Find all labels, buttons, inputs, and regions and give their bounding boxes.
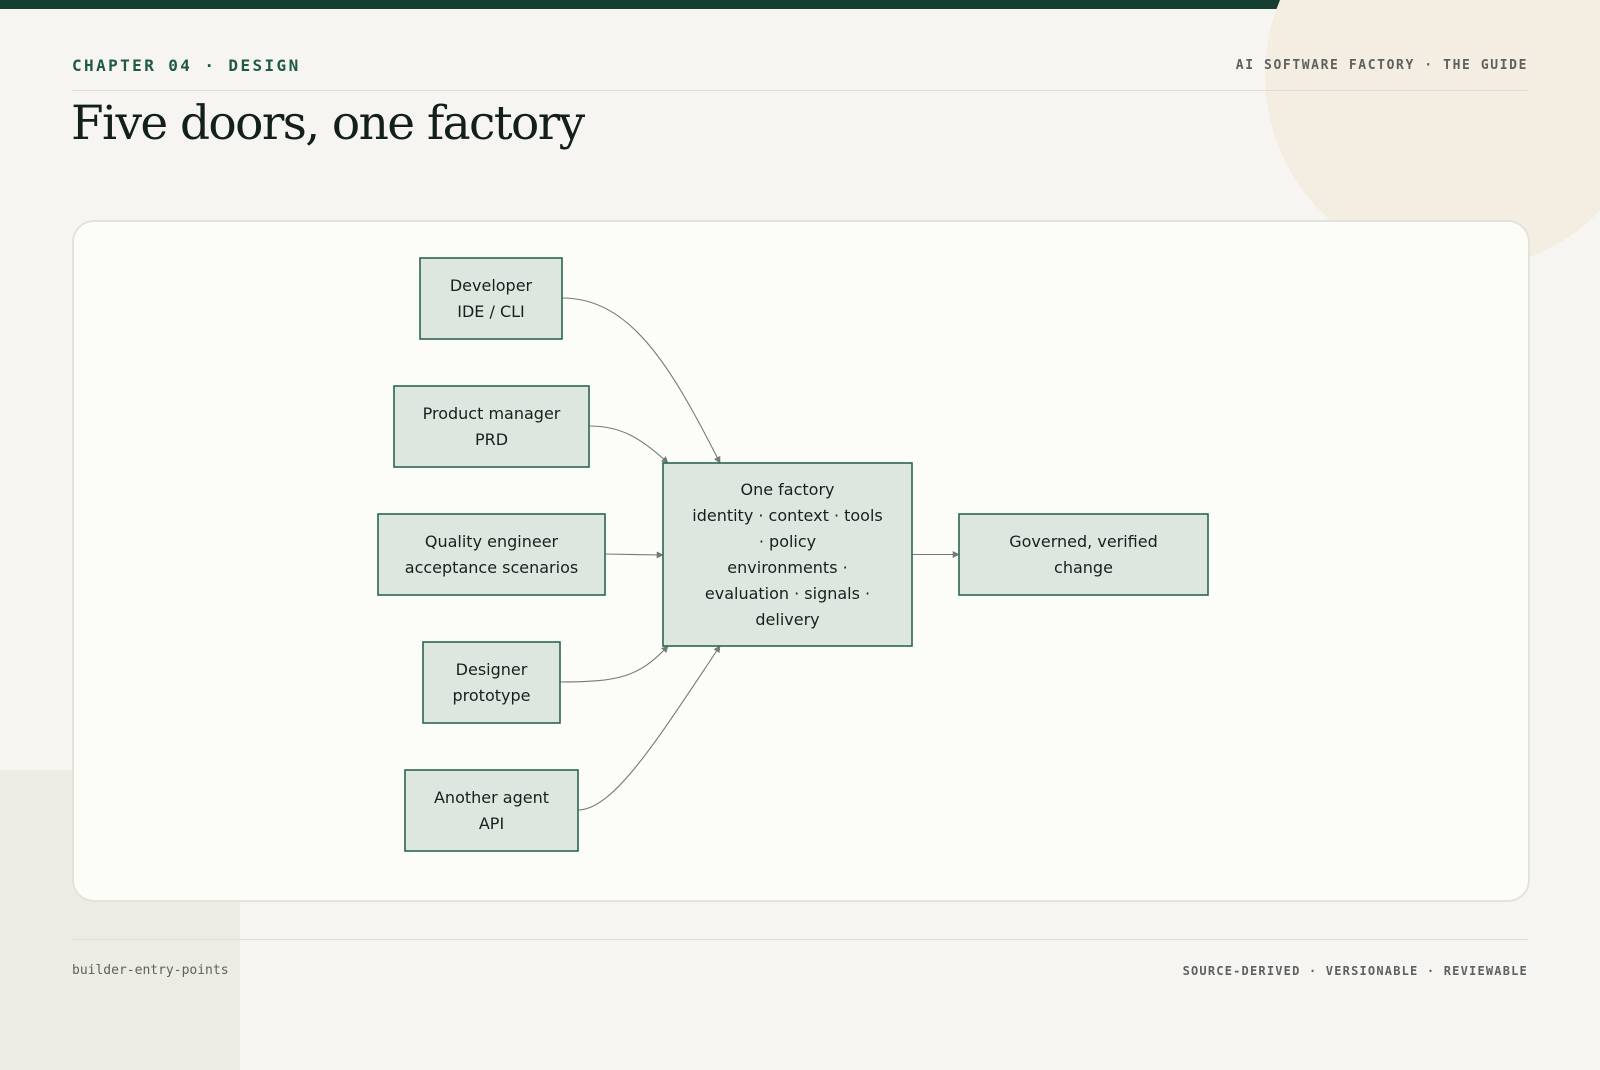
header-divider [72,90,1528,91]
footer-divider [72,939,1528,940]
node-label: One factory [740,480,834,499]
node-box [393,385,590,468]
node-quality-engineer: Quality engineer acceptance scenarios [377,513,606,596]
node-label: Developer [450,276,533,295]
node-label: Quality engineer [425,532,559,551]
node-output: Governed, verified change [958,513,1209,596]
node-label: Designer [456,660,528,679]
node-box [404,769,579,852]
node-developer: Developer IDE / CLI [419,257,563,340]
node-label: · policy [759,532,816,551]
edge-another-agent-to-factory [577,645,721,811]
node-label: environments · [727,558,847,577]
node-another-agent: Another agent API [404,769,579,852]
nodes-layer: Developer IDE / CLI Product manager PRD Qual… [377,257,1209,852]
edge-designer-to-factory [559,645,669,683]
edge-product-manager-to-factory [588,425,669,464]
node-label: Governed, verified [1009,532,1158,551]
node-designer: Designer prototype [422,641,561,724]
node-box [377,513,606,596]
node-label: PRD [475,430,508,449]
node-label: Another agent [434,788,549,807]
node-label: acceptance scenarios [405,558,578,577]
node-factory: One factory identity · context · tools · p… [662,462,913,647]
node-box [422,641,561,724]
node-label: prototype [453,686,531,705]
node-product-manager: Product manager PRD [393,385,590,468]
chapter-label: CHAPTER 04 · DESIGN [72,56,301,75]
flow-diagram: Developer IDE / CLI Product manager PRD Qual… [377,257,1209,852]
node-box [958,513,1209,596]
guide-label: AI SOFTWARE FACTORY · THE GUIDE [1235,58,1528,73]
page-title: Five doors, one factory [71,96,585,151]
node-label: Product manager [423,404,561,423]
node-label: evaluation · signals · [705,584,870,603]
node-box [419,257,563,340]
slide-slug: builder-entry-points [72,963,229,978]
footer-tags: SOURCE-DERIVED · VERSIONABLE · REVIEWABL… [1182,964,1528,978]
node-label: identity · context · tools [692,506,883,525]
node-label: API [479,814,504,833]
node-label: IDE / CLI [457,302,525,321]
diagram-card: Developer IDE / CLI Product manager PRD Qual… [72,220,1530,902]
edge-quality-engineer-to-factory [604,551,664,559]
node-label: change [1054,558,1113,577]
node-label: delivery [755,610,819,629]
